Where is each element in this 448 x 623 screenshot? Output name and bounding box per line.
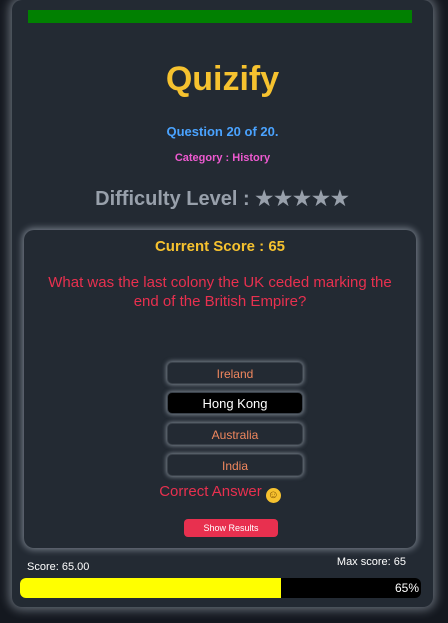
progress-fill (20, 578, 281, 598)
difficulty-label: Difficulty Level : (95, 188, 250, 210)
quiz-card: Quizify Question 20 of 20. Category : Hi… (12, 0, 433, 607)
show-results-button[interactable]: Show Results (184, 519, 278, 537)
question-counter: Question 20 of 20. (166, 124, 279, 139)
app-title: Quizify (165, 60, 280, 98)
question-text: What was the last colony the UK ceded ma… (48, 274, 392, 310)
difficulty-stars-icon: ★★★★★ (255, 188, 350, 210)
score-progress-bar: 65% (20, 578, 421, 598)
option-india[interactable]: India (167, 454, 303, 476)
option-ireland[interactable]: Ireland (167, 362, 303, 384)
current-score: Current Score : 65 (154, 238, 286, 255)
smile-emoji-icon: ☺ (265, 488, 281, 503)
score-label: Score: 65.00 (27, 561, 90, 573)
category-label: Category : History (174, 152, 271, 164)
feedback-text: Correct Answer (159, 483, 262, 500)
max-score-label: Max score: 65 (336, 556, 406, 568)
question-panel: Current Score : 65 What was the last col… (24, 230, 416, 548)
difficulty-level: Difficulty Level : ★★★★★ (12, 186, 433, 211)
option-australia[interactable]: Australia (167, 423, 303, 445)
feedback-message: Correct Answer ☺ (24, 483, 416, 503)
progress-percent: 65% (394, 581, 419, 595)
top-progress-bar (28, 10, 412, 23)
option-hong-kong[interactable]: Hong Kong (167, 392, 303, 414)
